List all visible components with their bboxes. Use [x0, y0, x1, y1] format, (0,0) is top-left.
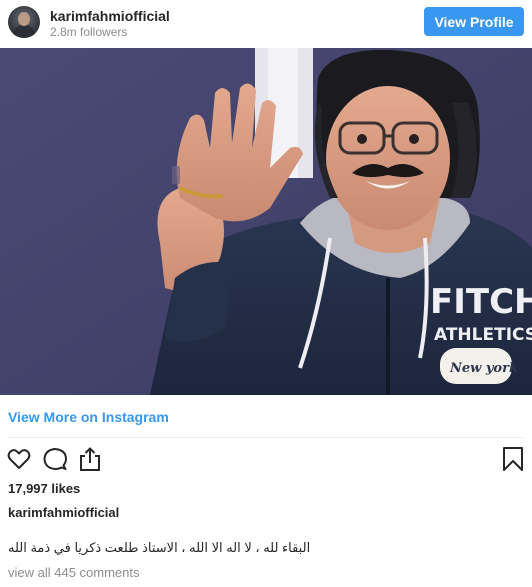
instagram-embed-card: karimfahmiofficial 2.8m followers View P… [0, 0, 532, 587]
view-all-comments-link[interactable]: view all 445 comments [8, 565, 140, 580]
caption-username[interactable]: karimfahmiofficial [8, 505, 119, 520]
action-bar [0, 446, 532, 474]
comment-icon[interactable] [42, 446, 68, 472]
like-count[interactable]: 17,997 likes [8, 481, 80, 496]
divider [8, 437, 524, 438]
post-header: karimfahmiofficial 2.8m followers View P… [0, 0, 532, 48]
caption-text: البقاء لله ، لا اله الا الله ، الاستاذ ط… [8, 540, 311, 555]
post-photo[interactable]: FITCH ATHLETICS New york [0, 48, 532, 395]
bookmark-icon[interactable] [500, 446, 526, 472]
heart-icon[interactable] [6, 446, 32, 472]
hoodie-text-fitch: FITCH [430, 282, 532, 322]
share-icon[interactable] [77, 446, 103, 472]
avatar[interactable] [8, 6, 40, 38]
hoodie-text-newyork: New york [449, 361, 518, 376]
hoodie-text-athletics: ATHLETICS [434, 325, 532, 345]
view-profile-button[interactable]: View Profile [424, 7, 524, 36]
follower-count: 2.8m followers [50, 25, 128, 39]
post-photo-image: FITCH ATHLETICS New york [0, 48, 532, 395]
view-more-on-instagram-link[interactable]: View More on Instagram [8, 409, 169, 425]
username[interactable]: karimfahmiofficial [50, 8, 170, 24]
